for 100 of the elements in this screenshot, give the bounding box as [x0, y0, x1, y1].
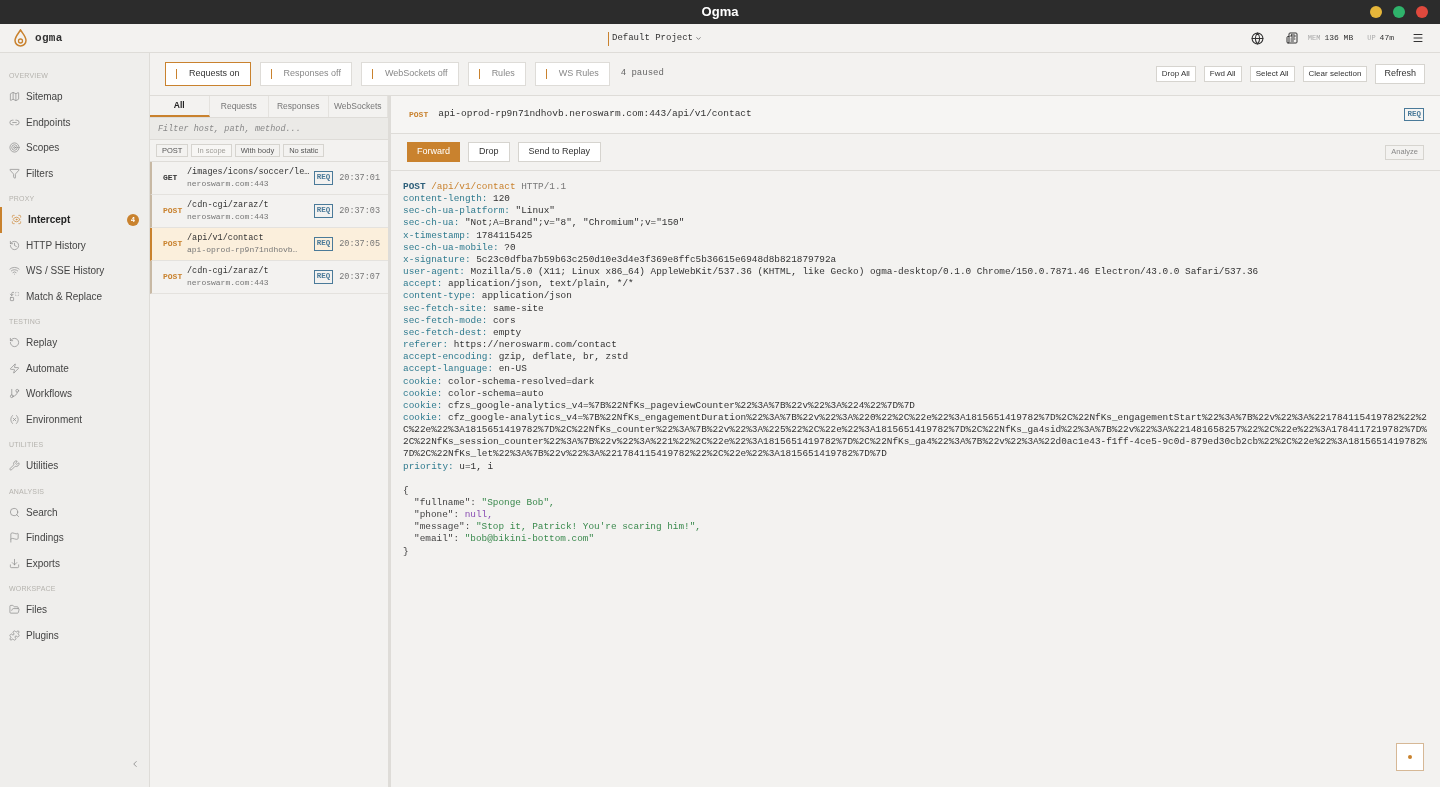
body-line: "fullname": "Sponge Bob", — [413, 496, 556, 510]
sidebar-item[interactable]: Sitemap — [0, 84, 149, 110]
body-line: "email": "bob@bikini-bottom.com" — [413, 533, 596, 546]
wrench-icon — [9, 460, 20, 472]
sidebar-item[interactable]: Automate — [0, 355, 149, 381]
flow-host: neroswarm.com:443 — [187, 211, 270, 224]
header-line: cookie: cfzs_google-analytics_v4=%7B%22NfKs_pageviewCounter%22%3A%7B%22v%22%3A%224%22%7D%7D — [403, 399, 916, 412]
flow-host: neroswarm.com:443 — [187, 178, 270, 191]
toggle-button[interactable]: Requests on — [165, 62, 251, 86]
replace-icon — [9, 290, 20, 302]
header-line: cookie: color-schema-resolved=dark — [403, 375, 596, 388]
body-line: { — [403, 484, 410, 497]
header-line: x-timestamp: 1784115425 — [403, 229, 534, 242]
filter-icon — [9, 167, 20, 179]
method-label: GET — [163, 172, 179, 184]
menu-icon[interactable] — [1412, 32, 1424, 44]
flow-time: 20:37:07 — [339, 270, 380, 284]
flow-host: api-oprod-rp9n71ndhovb… — [187, 244, 299, 257]
sidebar-item[interactable]: HTTP History — [0, 232, 149, 258]
body-line: "message": "Stop it, Patrick! You're scaring him!", — [413, 521, 702, 534]
search-icon — [9, 506, 20, 518]
header-line: accept-encoding: gzip, deflate, br, zstd — [403, 351, 630, 364]
toggle-button[interactable]: WS Rules — [534, 62, 610, 86]
toggle-button[interactable]: Rules — [467, 62, 526, 86]
header-line: sec-ch-ua-mobile: ?0 — [403, 241, 517, 254]
target-icon — [9, 142, 20, 154]
toggle-button[interactable]: Responses off — [259, 62, 352, 86]
download-icon — [9, 557, 20, 569]
header-line: sec-ch-ua-platform: "Linux" — [403, 205, 556, 218]
flow-path: /cdn-cgi/zaraz/t — [187, 264, 270, 278]
variable-icon — [9, 413, 20, 425]
body-line: } — [403, 545, 410, 558]
sidebar-item[interactable]: Environment — [0, 406, 149, 432]
sidebar-item[interactable]: Filters — [0, 160, 149, 186]
flow-time: 20:37:01 — [339, 171, 380, 185]
folder-icon — [9, 604, 20, 616]
header-line: user-agent: Mozilla/5.0 (X11; Linux x86_64) AppleWebKit/537.36 (KHTML, like Gecko) ogma-desktop/0.1.0 Chrome/150.0.7871.46 Electron/43.0.0 Safari/537.36 — [403, 266, 1260, 279]
app-name: ogma — [35, 30, 63, 46]
sidebar-item[interactable]: Endpoints — [0, 109, 149, 135]
sidebar-item[interactable]: Replay — [0, 330, 149, 356]
paused-count: 4 paused — [620, 67, 664, 81]
action-button[interactable]: Drop All — [1155, 66, 1196, 82]
header-line: cookie: color-schema=auto — [403, 387, 545, 400]
rotate-icon — [9, 337, 20, 349]
header-line: sec-ch-ua: "Not;A=Brand";v="8", "Chromium";v="150" — [403, 217, 686, 230]
flow-path: /api/v1/contact — [187, 231, 265, 245]
header-line: sec-fetch-dest: empty — [403, 326, 523, 340]
sidebar-item[interactable]: Scopes — [0, 135, 149, 161]
globe-icon[interactable] — [1250, 31, 1264, 45]
filter-tab[interactable]: Responses — [269, 96, 329, 117]
wifi-icon — [9, 265, 20, 277]
sidebar-item[interactable]: Match & Replace — [0, 283, 149, 309]
puzzle-icon — [9, 629, 20, 641]
sidebar-item[interactable]: Findings — [0, 525, 149, 551]
request-url: api-oprod-rp9n71ndhovb.neroswarm.com:443/api/v1/contact — [438, 107, 752, 122]
window-title: Ogma — [701, 3, 739, 22]
caret-icon — [695, 35, 702, 43]
flow-time: 20:37:05 — [339, 237, 380, 251]
header-line: referer: https://neroswarm.com/contact — [403, 339, 618, 352]
sidebar-item[interactable]: Exports — [0, 550, 149, 576]
memory-value: 136 MB — [1324, 32, 1354, 44]
sidebar-item[interactable]: Files — [0, 597, 149, 623]
header-line: accept: application/json, text/plain, */* — [403, 278, 635, 291]
filter-tab[interactable]: Requests — [209, 96, 269, 117]
flame-logo-icon — [14, 29, 27, 47]
header-line: priority: u=1, i — [403, 460, 495, 473]
action-button[interactable]: Send to Replay — [517, 142, 602, 162]
close-button[interactable] — [1416, 6, 1428, 18]
sidebar-item[interactable]: Workflows — [0, 381, 149, 407]
map-icon — [9, 91, 20, 103]
header-line: sec-fetch-mode: cors — [403, 314, 517, 327]
request-line: POST /api/v1/contact HTTP/1.1 — [403, 181, 568, 194]
method-label: POST — [409, 108, 429, 121]
sidebar-item[interactable]: Utilities — [0, 453, 149, 479]
action-button[interactable]: Drop — [468, 142, 510, 162]
sidebar-item[interactable]: WS / SSE History — [0, 258, 149, 284]
filter-tab[interactable]: WebSockets — [328, 96, 388, 117]
action-button[interactable]: Select All — [1249, 66, 1295, 82]
sidebar-item[interactable]: Plugins — [0, 622, 149, 648]
toggle-button[interactable]: WebSockets off — [360, 62, 459, 86]
method-label: POST — [163, 271, 184, 283]
header-line: content-length: 120 — [403, 193, 511, 206]
flow-time: 20:37:03 — [339, 204, 380, 218]
action-button[interactable]: Clear selection — [1302, 66, 1368, 82]
eye-icon — [11, 214, 22, 226]
filter-field[interactable]: Filter host, path, method... — [150, 118, 388, 140]
sidebar-item[interactable]: Search — [0, 499, 149, 525]
header-line: accept-language: en-US — [403, 363, 528, 376]
flag-icon — [9, 532, 20, 544]
uptime-value: 47m — [1379, 32, 1394, 44]
flow-path: /cdn-cgi/zaraz/t — [187, 198, 270, 212]
maximize-button[interactable] — [1393, 6, 1405, 18]
body-line: "phone": null, — [413, 509, 494, 522]
minimize-button[interactable] — [1370, 6, 1382, 18]
branch-icon — [9, 388, 20, 400]
action-button[interactable]: Fwd All — [1203, 66, 1242, 82]
project-selector[interactable]: Default Project — [608, 32, 702, 46]
refresh-button[interactable]: Refresh — [1375, 64, 1425, 84]
flow-path: /images/icons/soccer/le… — [187, 165, 310, 179]
history-icon — [9, 239, 20, 251]
